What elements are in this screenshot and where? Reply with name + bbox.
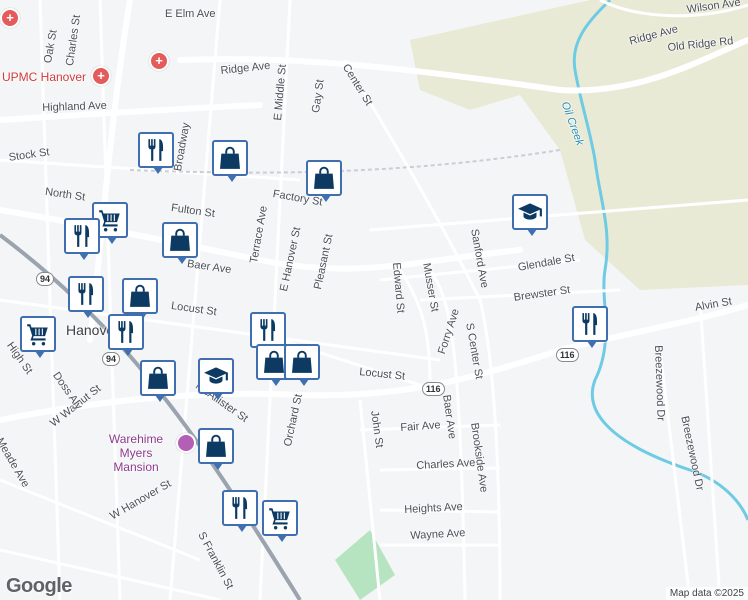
hospital-icon[interactable]: + xyxy=(0,8,20,28)
restaurant-marker[interactable] xyxy=(572,306,608,348)
museum-icon[interactable] xyxy=(176,433,196,453)
shopping-bag-icon xyxy=(311,165,337,191)
map-attribution[interactable]: Map data ©2025 xyxy=(665,587,748,600)
shopping-marker[interactable] xyxy=(162,222,198,264)
hospital-icon[interactable]: + xyxy=(91,66,111,86)
grocery-marker[interactable] xyxy=(262,500,298,542)
school-marker[interactable] xyxy=(512,194,548,236)
shopping-bag-icon xyxy=(203,433,229,459)
route-shield-116: 116 xyxy=(422,382,445,396)
fork-knife-icon xyxy=(113,319,139,345)
restaurant-marker[interactable] xyxy=(64,218,100,260)
restaurant-marker[interactable] xyxy=(108,314,144,356)
shopping-marker[interactable] xyxy=(284,344,320,386)
restaurant-marker[interactable] xyxy=(250,312,286,354)
shopping-bag-icon xyxy=(289,349,315,375)
fork-knife-icon xyxy=(143,137,169,163)
grocery-marker[interactable] xyxy=(20,316,56,358)
shopping-marker[interactable] xyxy=(212,140,248,182)
route-shield-94: 94 xyxy=(102,352,121,366)
place-label-hospital[interactable]: UPMC Hanover xyxy=(2,70,86,84)
shopping-marker[interactable] xyxy=(140,360,176,402)
shopping-bag-icon xyxy=(167,227,193,253)
google-logo: Google xyxy=(6,575,72,597)
graduation-cap-icon xyxy=(517,199,543,225)
route-shield-94: 94 xyxy=(36,272,55,286)
school-marker[interactable] xyxy=(198,358,234,400)
restaurant-marker[interactable] xyxy=(138,132,174,174)
shopping-cart-icon xyxy=(25,321,51,347)
restaurant-marker[interactable] xyxy=(222,490,258,532)
place-label-museum[interactable]: Warehime Myers Mansion xyxy=(96,432,176,474)
hospital-icon[interactable]: + xyxy=(149,51,169,71)
fork-knife-icon xyxy=(255,317,281,343)
shopping-cart-icon xyxy=(267,505,293,531)
shopping-marker[interactable] xyxy=(306,160,342,202)
shopping-marker[interactable] xyxy=(198,428,234,470)
graduation-cap-icon xyxy=(203,363,229,389)
fork-knife-icon xyxy=(227,495,253,521)
shopping-bag-icon xyxy=(217,145,243,171)
fork-knife-icon xyxy=(69,223,95,249)
shopping-marker[interactable] xyxy=(122,278,158,320)
fork-knife-icon xyxy=(577,311,603,337)
street-label-elm-ave: E Elm Ave xyxy=(165,8,216,20)
route-shield-116: 116 xyxy=(556,348,579,362)
shopping-bag-icon xyxy=(145,365,171,391)
restaurant-marker[interactable] xyxy=(68,276,104,318)
street-label-highland-ave: Highland Ave xyxy=(42,99,108,114)
shopping-bag-icon xyxy=(127,283,153,309)
shopping-cart-icon xyxy=(97,207,123,233)
map-canvas[interactable]: E Elm Ave Wilson Ave Ridge Ave Old Ridge… xyxy=(0,0,748,600)
fork-knife-icon xyxy=(73,281,99,307)
